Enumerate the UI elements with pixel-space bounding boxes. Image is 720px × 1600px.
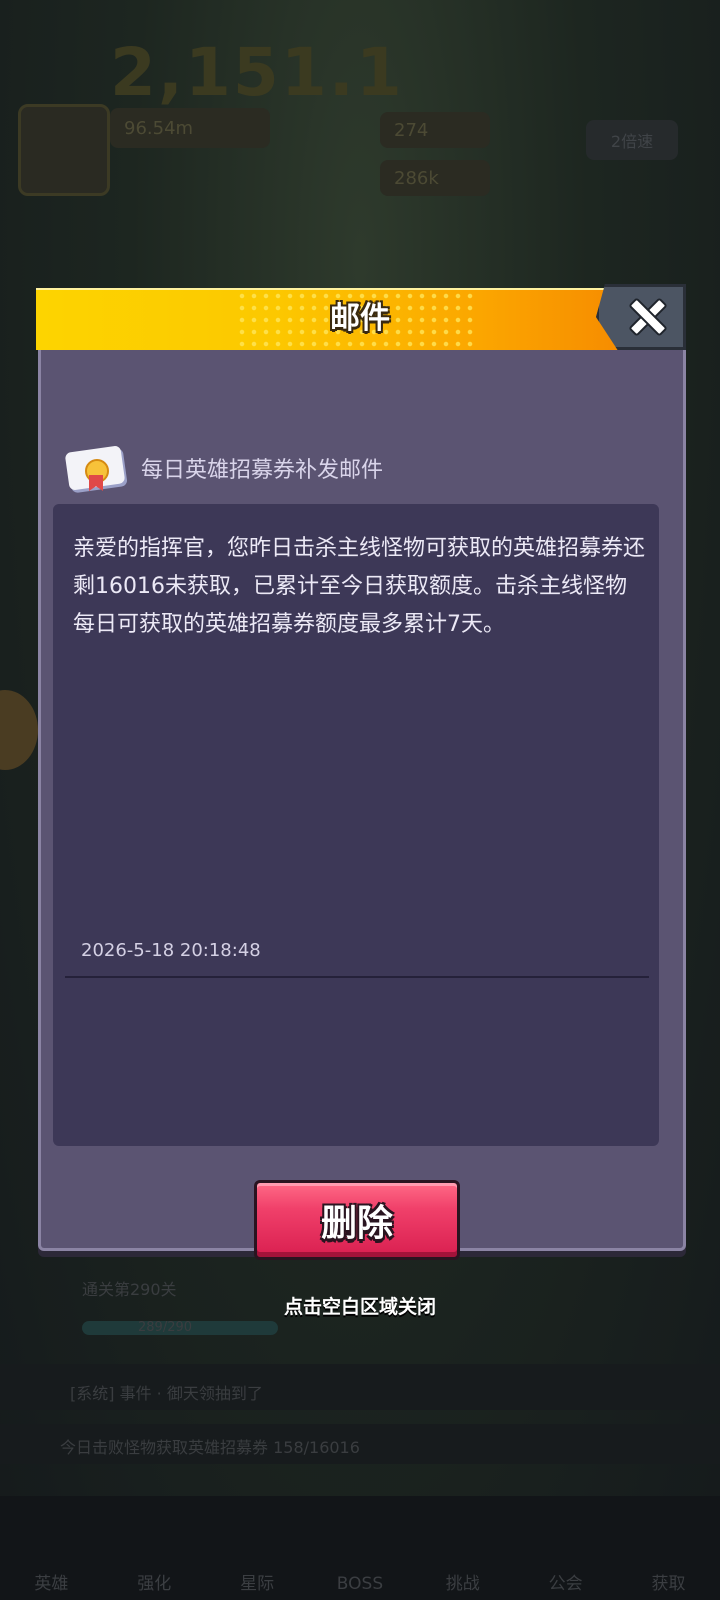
dialog-title: 邮件	[330, 301, 390, 336]
mail-dialog: 每日英雄招募券补发邮件 亲爱的指挥官，您昨日击杀主线怪物可获取的英雄招募券还剩1…	[36, 284, 686, 1260]
mail-title: 每日英雄招募券补发邮件	[141, 458, 384, 483]
mail-body-text: 亲爱的指挥官，您昨日击杀主线怪物可获取的英雄招募券还剩16016未获取，已累计至…	[73, 536, 646, 637]
player-avatar	[18, 104, 110, 196]
mail-content-box[interactable]: 亲爱的指挥官，您昨日击杀主线怪物可获取的英雄招募券还剩16016未获取，已累计至…	[53, 504, 659, 1146]
nav-item-guild: 公会	[548, 1574, 583, 1594]
bg-stat-coins: 96.54m	[110, 108, 270, 148]
nav-item-upgrade: 强化	[137, 1574, 172, 1594]
nav-item-obtain: 获取	[651, 1574, 686, 1594]
bg-stat-gems: 274	[380, 112, 490, 148]
delete-button[interactable]: 删除	[254, 1180, 460, 1260]
mail-header: 每日英雄招募券补发邮件	[63, 438, 383, 498]
bg-mission-text: 今日击败怪物获取英雄招募券 158/16016	[60, 1438, 360, 1457]
dialog-panel: 每日英雄招募券补发邮件 亲爱的指挥官，您昨日击杀主线怪物可获取的英雄招募券还剩1…	[38, 346, 686, 1260]
close-icon	[628, 297, 668, 337]
nav-item-boss: BOSS	[336, 1574, 384, 1594]
nav-item-galaxy: 星际	[240, 1574, 275, 1594]
bg-level-progress-text: 289/290	[138, 1320, 193, 1335]
mail-timestamp: 2026-5-18 20:18:48	[81, 940, 261, 961]
content-divider	[65, 976, 649, 978]
speed-button: 2倍速	[586, 120, 678, 160]
nav-item-heroes: 英雄	[34, 1574, 69, 1594]
tap-blank-to-close-hint[interactable]: 点击空白区域关闭	[0, 1292, 720, 1319]
bg-stat-power: 286k	[380, 160, 490, 196]
bg-system-chat: [系统] 事件 · 御天领抽到了	[70, 1384, 263, 1403]
delete-button-label: 删除	[320, 1203, 393, 1244]
bg-score: 2,151.1	[110, 34, 404, 111]
bottom-nav: 英雄 强化 星际 BOSS 挑战 公会 获取	[0, 1496, 720, 1600]
mail-certificate-icon	[63, 441, 127, 495]
nav-item-challenge: 挑战	[445, 1574, 480, 1594]
